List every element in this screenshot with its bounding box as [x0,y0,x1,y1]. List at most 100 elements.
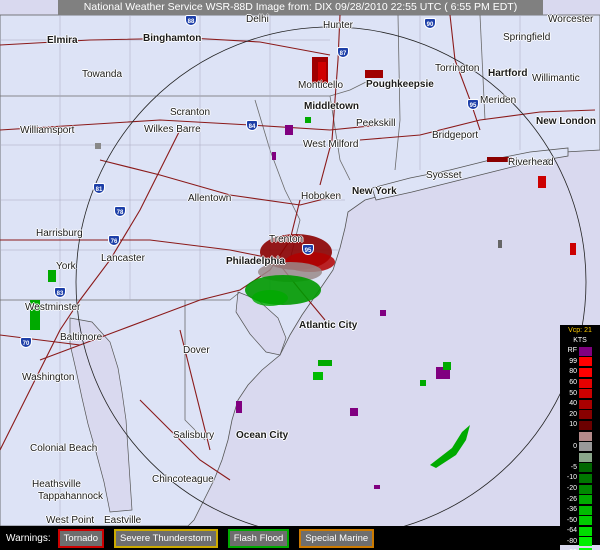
legend-row: -36 [560,505,600,516]
city-label: Hartford [488,68,528,79]
city-label: Williamsport [20,125,75,136]
city-label: Syosset [426,170,462,181]
legend-units: KTS [573,337,587,344]
legend-swatch [579,473,592,483]
city-label: Baltimore [60,332,103,343]
city-label: Bridgeport [432,130,479,141]
legend-swatch [579,346,592,356]
legend-label: -10 [566,474,577,482]
legend-swatch [579,442,592,452]
legend-row: 10 [560,420,600,431]
city-label: Delhi [246,14,269,25]
legend-row: 60 [560,378,600,389]
city-label: York [56,261,76,272]
city-label: Harrisburg [36,228,83,239]
legend-label: 20 [569,410,577,418]
city-label: Hoboken [301,191,342,202]
warnings-label: Warnings: [6,532,51,544]
legend-row: -26 [560,494,600,505]
legend-swatch [579,537,592,547]
legend-row: -64 [560,526,600,537]
legend-swatch [579,495,592,505]
legend-row: 99 [560,357,600,368]
city-label: New York [352,186,397,197]
city-label: Ocean City [236,430,289,441]
legend-swatch [579,420,592,430]
legend-label: 0 [573,442,577,450]
city-label: Towanda [82,69,123,80]
city-label: Trenton [269,234,304,245]
legend-swatch [579,399,592,409]
legend-label: -64 [566,527,577,535]
image-title: National Weather Service WSR-88D Image f… [58,0,543,15]
legend-swatch [579,357,592,367]
city-label: Dover [183,345,210,356]
city-label: West Point [46,515,95,526]
legend-row: -5 [560,463,600,474]
legend-row: -80 [560,537,600,548]
legend-row [560,431,600,442]
legend-row: -20 [560,484,600,495]
city-label: Allentown [188,193,232,204]
city-label: New London [536,116,596,127]
tornado-warning-badge: Tornado [57,528,104,548]
legend-label: -50 [566,516,577,524]
legend-row: -50 [560,516,600,527]
legend-swatch [579,410,592,420]
legend-row: -10 [560,473,600,484]
city-label: Washington [22,372,75,383]
city-label: Heathsville [32,479,81,490]
legend-row: 20 [560,410,600,421]
legend-label: -36 [566,506,577,514]
city-label: Scranton [170,107,211,118]
city-label: Wilkes Barre [144,124,201,135]
severe-thunderstorm-warning-badge: Severe Thunderstorm [114,528,218,548]
city-label: Riverhead [508,157,554,168]
legend-label: RF [567,347,577,355]
city-label: Hunter [323,20,354,31]
legend-label: 99 [569,357,577,365]
legend-vcp: Vcp: 21 [568,327,592,334]
warnings-bar: Warnings: Tornado Severe Thunderstorm Fl… [0,526,560,550]
legend-swatch [579,452,592,462]
legend-row: 50 [560,388,600,399]
legend-rows: RF 99 80 60 50 40 20 10 0 -5 -10 -20 -26 -36 -50 -64 -80… [560,346,600,550]
city-label: Poughkeepsie [366,79,434,90]
legend-row [560,452,600,463]
city-label: Worcester [548,14,594,25]
city-label: Tappahannock [38,491,104,502]
city-label: Meriden [480,95,517,106]
city-label: Middletown [304,101,359,112]
legend-swatch [579,526,592,536]
city-label: Springfield [503,32,551,43]
legend-swatch [579,463,592,473]
legend-swatch [579,378,592,388]
legend-label: -20 [566,485,577,493]
city-label: Philadelphia [226,256,285,267]
legend-row: RF [560,346,600,357]
city-label: Binghamton [143,33,202,44]
legend-label: -80 [566,537,577,545]
city-label: West Milford [303,139,359,150]
city-label: Colonial Beach [30,443,98,454]
legend-swatch [579,367,592,377]
city-label: Lancaster [101,253,145,264]
legend-row: 0 [560,441,600,452]
legend-swatch [579,516,592,526]
legend-label: 80 [569,368,577,376]
legend-label: -5 [570,463,577,471]
city-label: Atlantic City [299,320,358,331]
legend-swatch [579,505,592,515]
legend-label: 50 [569,389,577,397]
flash-flood-warning-badge: Flash Flood [227,528,290,548]
city-label: Willimantic [532,73,580,84]
legend-label: 10 [569,421,577,429]
legend-row: 40 [560,399,600,410]
city-label: Salisbury [173,430,215,441]
city-label: Westminster [25,302,81,313]
city-label: Elmira [47,35,78,46]
legend-swatch [579,389,592,399]
velocity-legend: Vcp: 21 KTS RF 99 80 60 50 40 20 10 0 -5 -10 -20 -26… [560,325,600,550]
legend-label: 60 [569,379,577,387]
city-label: Chincoteague [152,474,214,485]
